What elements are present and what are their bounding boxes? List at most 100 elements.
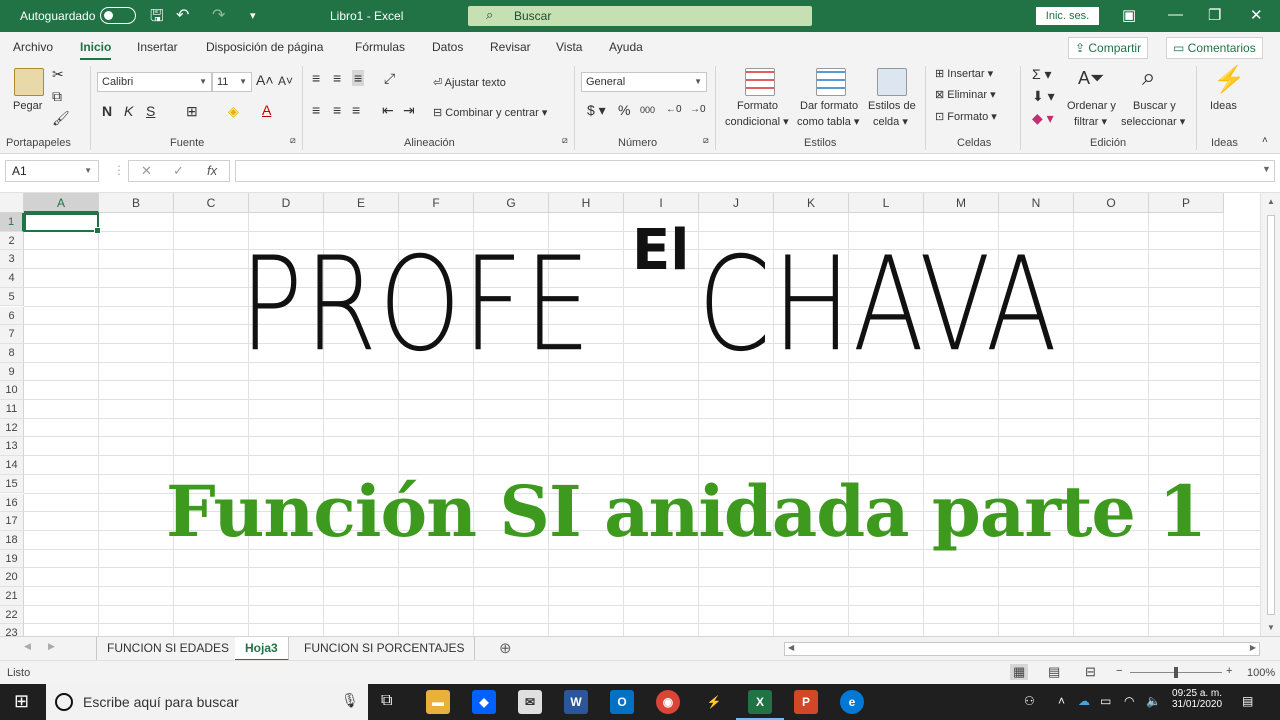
borders-icon[interactable]: ⊞ [186, 103, 198, 120]
column-header[interactable]: G [474, 193, 549, 213]
autosum-icon[interactable]: Σ ▾ [1032, 66, 1052, 83]
excel-icon[interactable]: X [736, 690, 784, 720]
delete-cells-button[interactable]: ⊠ Eliminar ▾ [935, 88, 996, 101]
save-icon[interactable]: 🖫 [150, 5, 164, 32]
task-view-icon[interactable]: ⧉ [381, 692, 392, 710]
row-header[interactable]: 11 [0, 400, 24, 419]
microphone-icon[interactable]: 🎙 [341, 692, 359, 709]
tab-revisar[interactable]: Revisar [490, 40, 531, 54]
scroll-down-icon[interactable]: ▼ [1267, 623, 1275, 632]
chrome-icon[interactable]: ◉ [656, 690, 680, 714]
font-name-combo[interactable]: Calibri ▼ [97, 72, 212, 92]
tab-archivo[interactable]: Archivo [13, 40, 53, 54]
vertical-scrollbar[interactable]: ▲ ▼ [1260, 193, 1280, 636]
decrease-decimal-icon[interactable]: →0 [690, 104, 706, 115]
clear-icon[interactable]: ◆ ▾ [1032, 110, 1054, 127]
scroll-right-icon[interactable]: ▶ [1250, 643, 1256, 652]
expand-formula-icon[interactable]: ▼ [1262, 164, 1271, 174]
word-icon[interactable]: W [564, 690, 588, 714]
onedrive-icon[interactable]: ☁ [1078, 694, 1090, 708]
bold-icon[interactable]: N [102, 103, 112, 119]
format-painter-icon[interactable]: 🖌 [52, 110, 70, 127]
column-header[interactable]: H [549, 193, 624, 213]
visual-studio-icon[interactable]: ⚡ [702, 690, 726, 714]
tab-disposicion[interactable]: Disposición de página [206, 40, 323, 54]
scroll-up-icon[interactable]: ▲ [1267, 197, 1275, 206]
wifi-icon[interactable]: ◠ [1124, 694, 1134, 708]
row-header[interactable]: 18 [0, 530, 24, 550]
comments-button[interactable]: ▭ Comentarios [1166, 37, 1263, 59]
table-format-label-1[interactable]: Dar formato [800, 100, 858, 112]
table-format-icon[interactable] [816, 68, 846, 96]
formula-input[interactable] [235, 160, 1275, 182]
people-icon[interactable]: ⚇ [1024, 694, 1035, 708]
row-header[interactable]: 6 [0, 306, 24, 326]
notifications-icon[interactable]: ▤ [1242, 694, 1253, 708]
column-header[interactable]: P [1149, 193, 1224, 213]
page-layout-icon[interactable]: ▤ [1048, 664, 1060, 680]
column-header[interactable]: K [774, 193, 849, 213]
align-bottom-icon[interactable]: ≡ [352, 70, 365, 86]
row-header[interactable]: 17 [0, 512, 24, 531]
name-box[interactable]: A1 ▼ [5, 160, 99, 182]
column-header[interactable]: N [999, 193, 1074, 213]
column-header[interactable]: L [849, 193, 924, 213]
row-header[interactable]: 7 [0, 325, 24, 344]
merge-center-button[interactable]: ⊟ Combinar y centrar ▾ [433, 106, 547, 119]
horizontal-scrollbar[interactable]: ◀ ▶ [784, 642, 1260, 656]
dialog-launcher-icon[interactable]: ⧄ [290, 135, 296, 146]
active-cell[interactable] [24, 213, 101, 234]
column-header[interactable]: F [399, 193, 474, 213]
conditional-format-icon[interactable] [745, 68, 775, 96]
row-header[interactable]: 16 [0, 493, 24, 513]
column-header[interactable]: J [699, 193, 774, 213]
find-select-label-1[interactable]: Buscar y [1133, 100, 1176, 112]
edge-icon[interactable]: e [840, 690, 864, 714]
tab-ayuda[interactable]: Ayuda [609, 40, 643, 54]
column-header[interactable]: C [174, 193, 249, 213]
volume-icon[interactable]: 🔈 [1146, 694, 1161, 708]
battery-icon[interactable]: ▭ [1100, 694, 1111, 708]
grow-font-icon[interactable]: A˄ [256, 72, 274, 88]
page-break-icon[interactable]: ⊟ [1085, 664, 1096, 680]
add-sheet-icon[interactable]: ⊕ [499, 639, 512, 657]
powerpoint-icon[interactable]: P [794, 690, 818, 714]
row-header[interactable]: 2 [0, 231, 24, 251]
row-header[interactable]: 5 [0, 287, 24, 307]
collapse-ribbon-icon[interactable]: ˄ [1262, 135, 1268, 146]
scroll-left-icon[interactable]: ◀ [788, 643, 794, 652]
increase-indent-icon[interactable]: ⇥ [403, 102, 415, 119]
shrink-font-icon[interactable]: A˅ [278, 74, 293, 88]
row-header[interactable]: 13 [0, 437, 24, 457]
column-header[interactable]: B [99, 193, 174, 213]
tab-vista[interactable]: Vista [556, 40, 582, 54]
ideas-label[interactable]: Ideas [1210, 100, 1237, 112]
tab-insertar[interactable]: Insertar [137, 40, 178, 54]
row-header[interactable]: 19 [0, 549, 24, 569]
ribbon-display-icon[interactable]: ▣ [1122, 6, 1136, 24]
dropbox-icon[interactable]: ◆ [472, 690, 496, 714]
copy-icon[interactable]: ⧉ [52, 88, 62, 105]
row-header[interactable]: 1 [0, 213, 24, 232]
column-header[interactable]: A [24, 193, 99, 213]
windows-start-icon[interactable]: ⊞ [14, 691, 29, 712]
dialog-launcher-icon[interactable]: ⧄ [703, 135, 709, 146]
close-icon[interactable]: ✕ [1250, 6, 1263, 24]
fill-color-icon[interactable]: ◈ [228, 103, 239, 120]
tab-formulas[interactable]: Fórmulas [355, 40, 405, 54]
font-size-combo[interactable]: 11 ▼ [212, 72, 252, 92]
outlook-icon[interactable]: O [610, 690, 634, 714]
autosave-toggle[interactable] [100, 7, 136, 24]
redo-icon[interactable]: ↷ [212, 5, 225, 25]
row-header[interactable]: 9 [0, 362, 24, 382]
zoom-in-icon[interactable]: + [1226, 665, 1232, 677]
taskbar-search[interactable]: Escribe aquí para buscar 🎙 [46, 684, 368, 720]
row-header[interactable]: 12 [0, 418, 24, 438]
percent-icon[interactable]: % [618, 102, 630, 118]
sort-filter-label-2[interactable]: filtrar ▾ [1074, 115, 1107, 128]
column-header[interactable]: O [1074, 193, 1149, 213]
align-right-icon[interactable]: ≡ [352, 102, 360, 118]
table-format-label-2[interactable]: como tabla ▾ [797, 115, 859, 128]
row-header[interactable]: 20 [0, 568, 24, 587]
underline-icon[interactable]: S [146, 103, 155, 119]
